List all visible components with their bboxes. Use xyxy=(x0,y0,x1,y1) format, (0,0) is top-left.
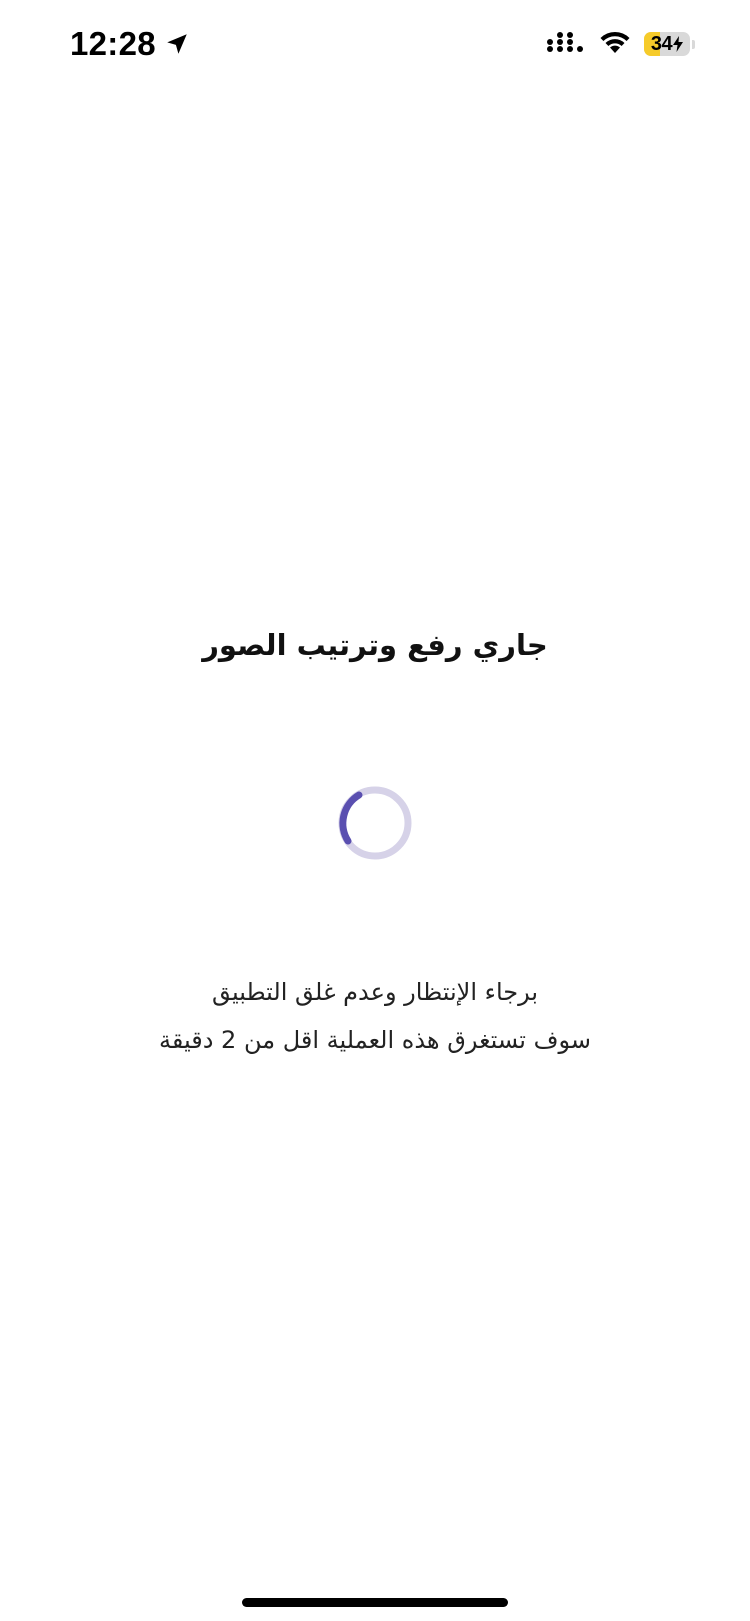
status-time: 12:28 xyxy=(70,25,156,62)
battery-cap xyxy=(692,39,695,49)
charging-bolt-icon xyxy=(673,36,684,52)
battery-body: 34 xyxy=(644,32,690,56)
battery-charging-icon: 34 xyxy=(644,31,696,57)
status-time-group: 12:28 xyxy=(70,22,190,66)
wait-message-line: برجاء الإنتظار وعدم غلق التطبيق xyxy=(211,978,539,1006)
cellular-signal-icon xyxy=(546,30,586,58)
page-title: جاري رفع وترتيب الصور xyxy=(202,628,548,662)
wifi-icon xyxy=(598,29,632,59)
duration-message-line: سوف تستغرق هذه العملية اقل من 2 دقيقة xyxy=(158,1026,592,1054)
status-bar: 12:28 34 xyxy=(0,0,750,90)
status-icons: 34 xyxy=(546,24,696,64)
loading-spinner xyxy=(336,784,414,862)
location-arrow-icon xyxy=(164,31,190,57)
wait-message: برجاء الإنتظار وعدم غلق التطبيق سوف تستغ… xyxy=(0,968,750,1064)
battery-level: 34 xyxy=(650,32,673,55)
home-indicator[interactable] xyxy=(242,1598,508,1607)
